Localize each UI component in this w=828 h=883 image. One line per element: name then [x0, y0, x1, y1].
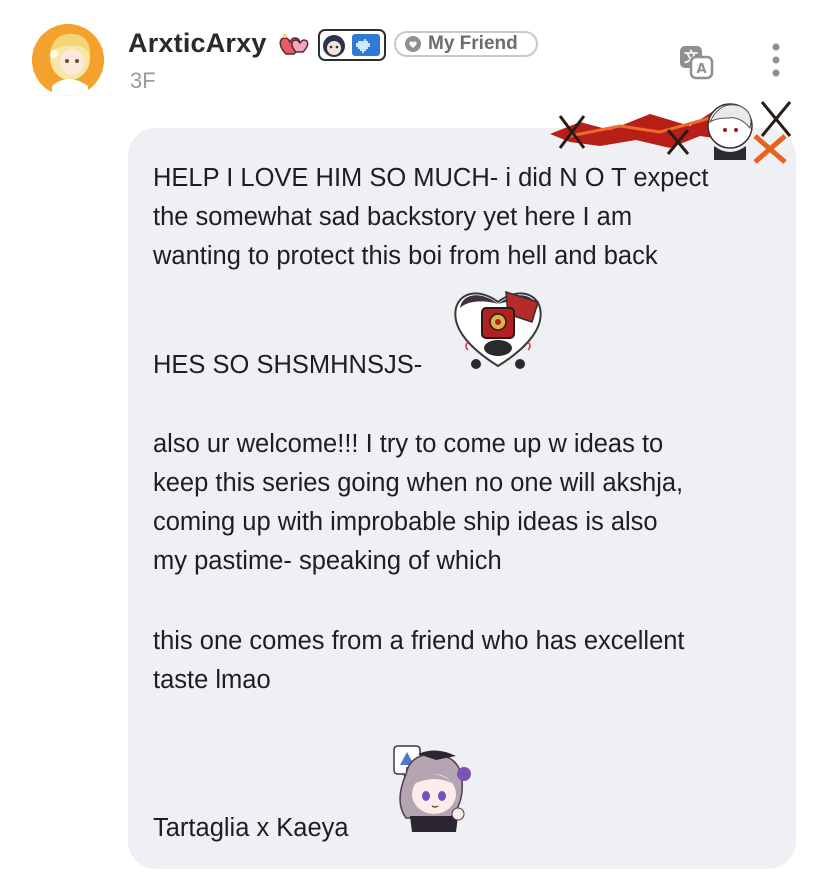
comment-text-line: also ur welcome!!! I try to come up w id…	[153, 430, 664, 458]
floor-number: 3F	[130, 68, 156, 93]
more-vertical-icon	[772, 43, 780, 77]
more-options-button[interactable]	[762, 40, 790, 80]
comment-text-line: Tartaglia x Kaeya	[153, 814, 349, 842]
friend-tag: My Friend	[394, 31, 538, 57]
bubble-frame-decoration	[550, 101, 792, 164]
comment-text-line: this one comes from a friend who has exc…	[153, 627, 685, 655]
hearts-badge-icon	[279, 34, 309, 55]
username[interactable]: ArxticArxy	[128, 28, 267, 59]
comment-text-line: HES SO SHSMHNSJS-	[153, 351, 423, 379]
comment-text-line: taste lmao	[153, 666, 271, 694]
translate-button[interactable]: 文 A	[676, 42, 716, 82]
heart-chat-icon	[405, 36, 421, 52]
comment-text-line: my pastime- speaking of which	[153, 547, 502, 575]
comment-text-line: wanting to protect this boi from hell an…	[153, 242, 658, 270]
comment-text-line: the somewhat sad backstory yet here I am	[153, 203, 633, 231]
avatar[interactable]	[32, 24, 104, 96]
character-badge-icon	[318, 29, 386, 61]
friend-tag-label: My Friend	[428, 33, 518, 54]
comment-text-line: HELP I LOVE HIM SO MUCH- i did N O T exp…	[153, 164, 709, 192]
translate-icon: 文 A	[680, 46, 714, 80]
comment-text-line: keep this series going when no one will …	[153, 469, 684, 497]
confused-girl-sticker	[393, 745, 471, 832]
hat-sticker	[454, 290, 542, 369]
svg-text:A: A	[696, 62, 706, 77]
comment-text-line: coming up with improbable ship ideas is …	[153, 508, 658, 536]
